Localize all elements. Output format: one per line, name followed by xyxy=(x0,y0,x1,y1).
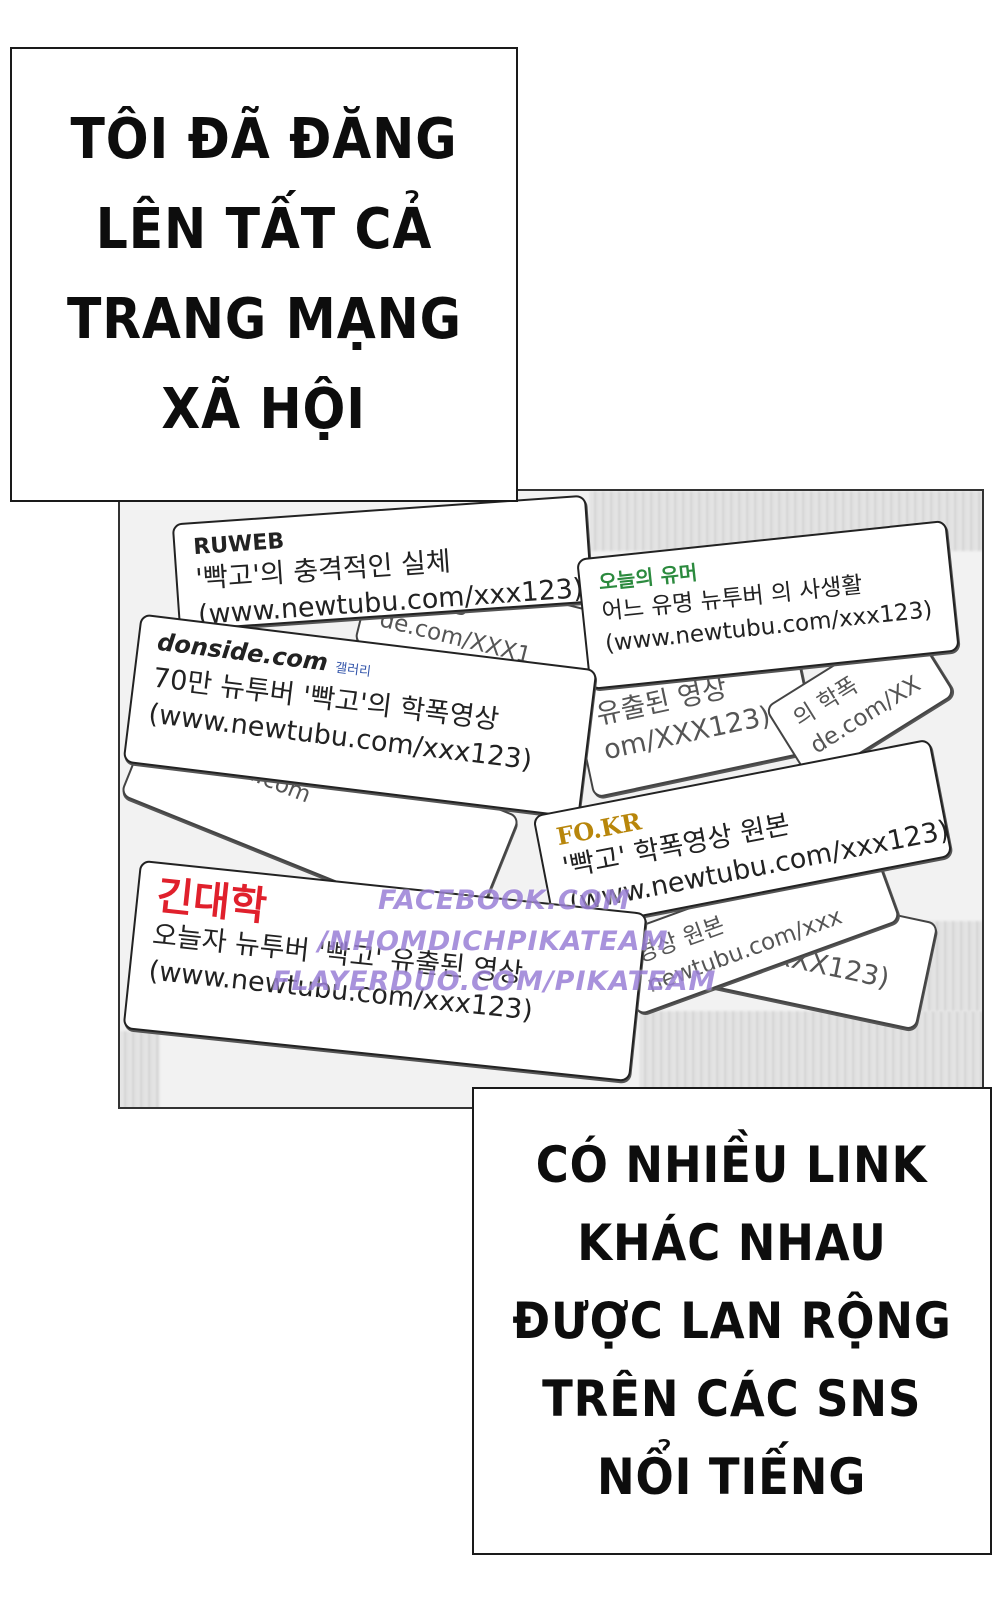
caption-line: TÔI ĐÃ ĐĂNG xyxy=(70,106,458,172)
watermark-line: FLAYERDUO.COM/PIKATEAM xyxy=(272,966,717,997)
caption-box-top: TÔI ĐÃ ĐĂNG LÊN TẤT CẢ TRANG MẠNG XÃ HỘI xyxy=(10,47,518,502)
caption-box-bottom: CÓ NHIỀU LINK KHÁC NHAU ĐƯỢC LAN RỘNG TR… xyxy=(472,1087,992,1555)
watermark-line: /NHOMDICHPIKATEAM xyxy=(318,926,669,957)
link-collage-panel: 학폭영상 de.com/XXX1 유출된 영상 om/XXX123) www.n… xyxy=(118,489,984,1109)
caption-line: LÊN TẤT CẢ xyxy=(95,196,433,262)
caption-line: TRANG MẠNG xyxy=(66,286,462,352)
caption-line: TRÊN CÁC SNS xyxy=(542,1370,922,1428)
caption-line: NỔI TIẾNG xyxy=(597,1448,867,1506)
caption-line: XÃ HỘI xyxy=(161,376,367,442)
blurred-background xyxy=(120,1031,160,1107)
caption-line: KHÁC NHAU xyxy=(577,1214,887,1272)
caption-line: CÓ NHIỀU LINK xyxy=(536,1136,928,1194)
caption-line: ĐƯỢC LAN RỘNG xyxy=(512,1292,952,1350)
watermark-line: FACEBOOK.COM xyxy=(378,885,631,916)
site-logo-sub: 갤러리 xyxy=(334,660,372,680)
